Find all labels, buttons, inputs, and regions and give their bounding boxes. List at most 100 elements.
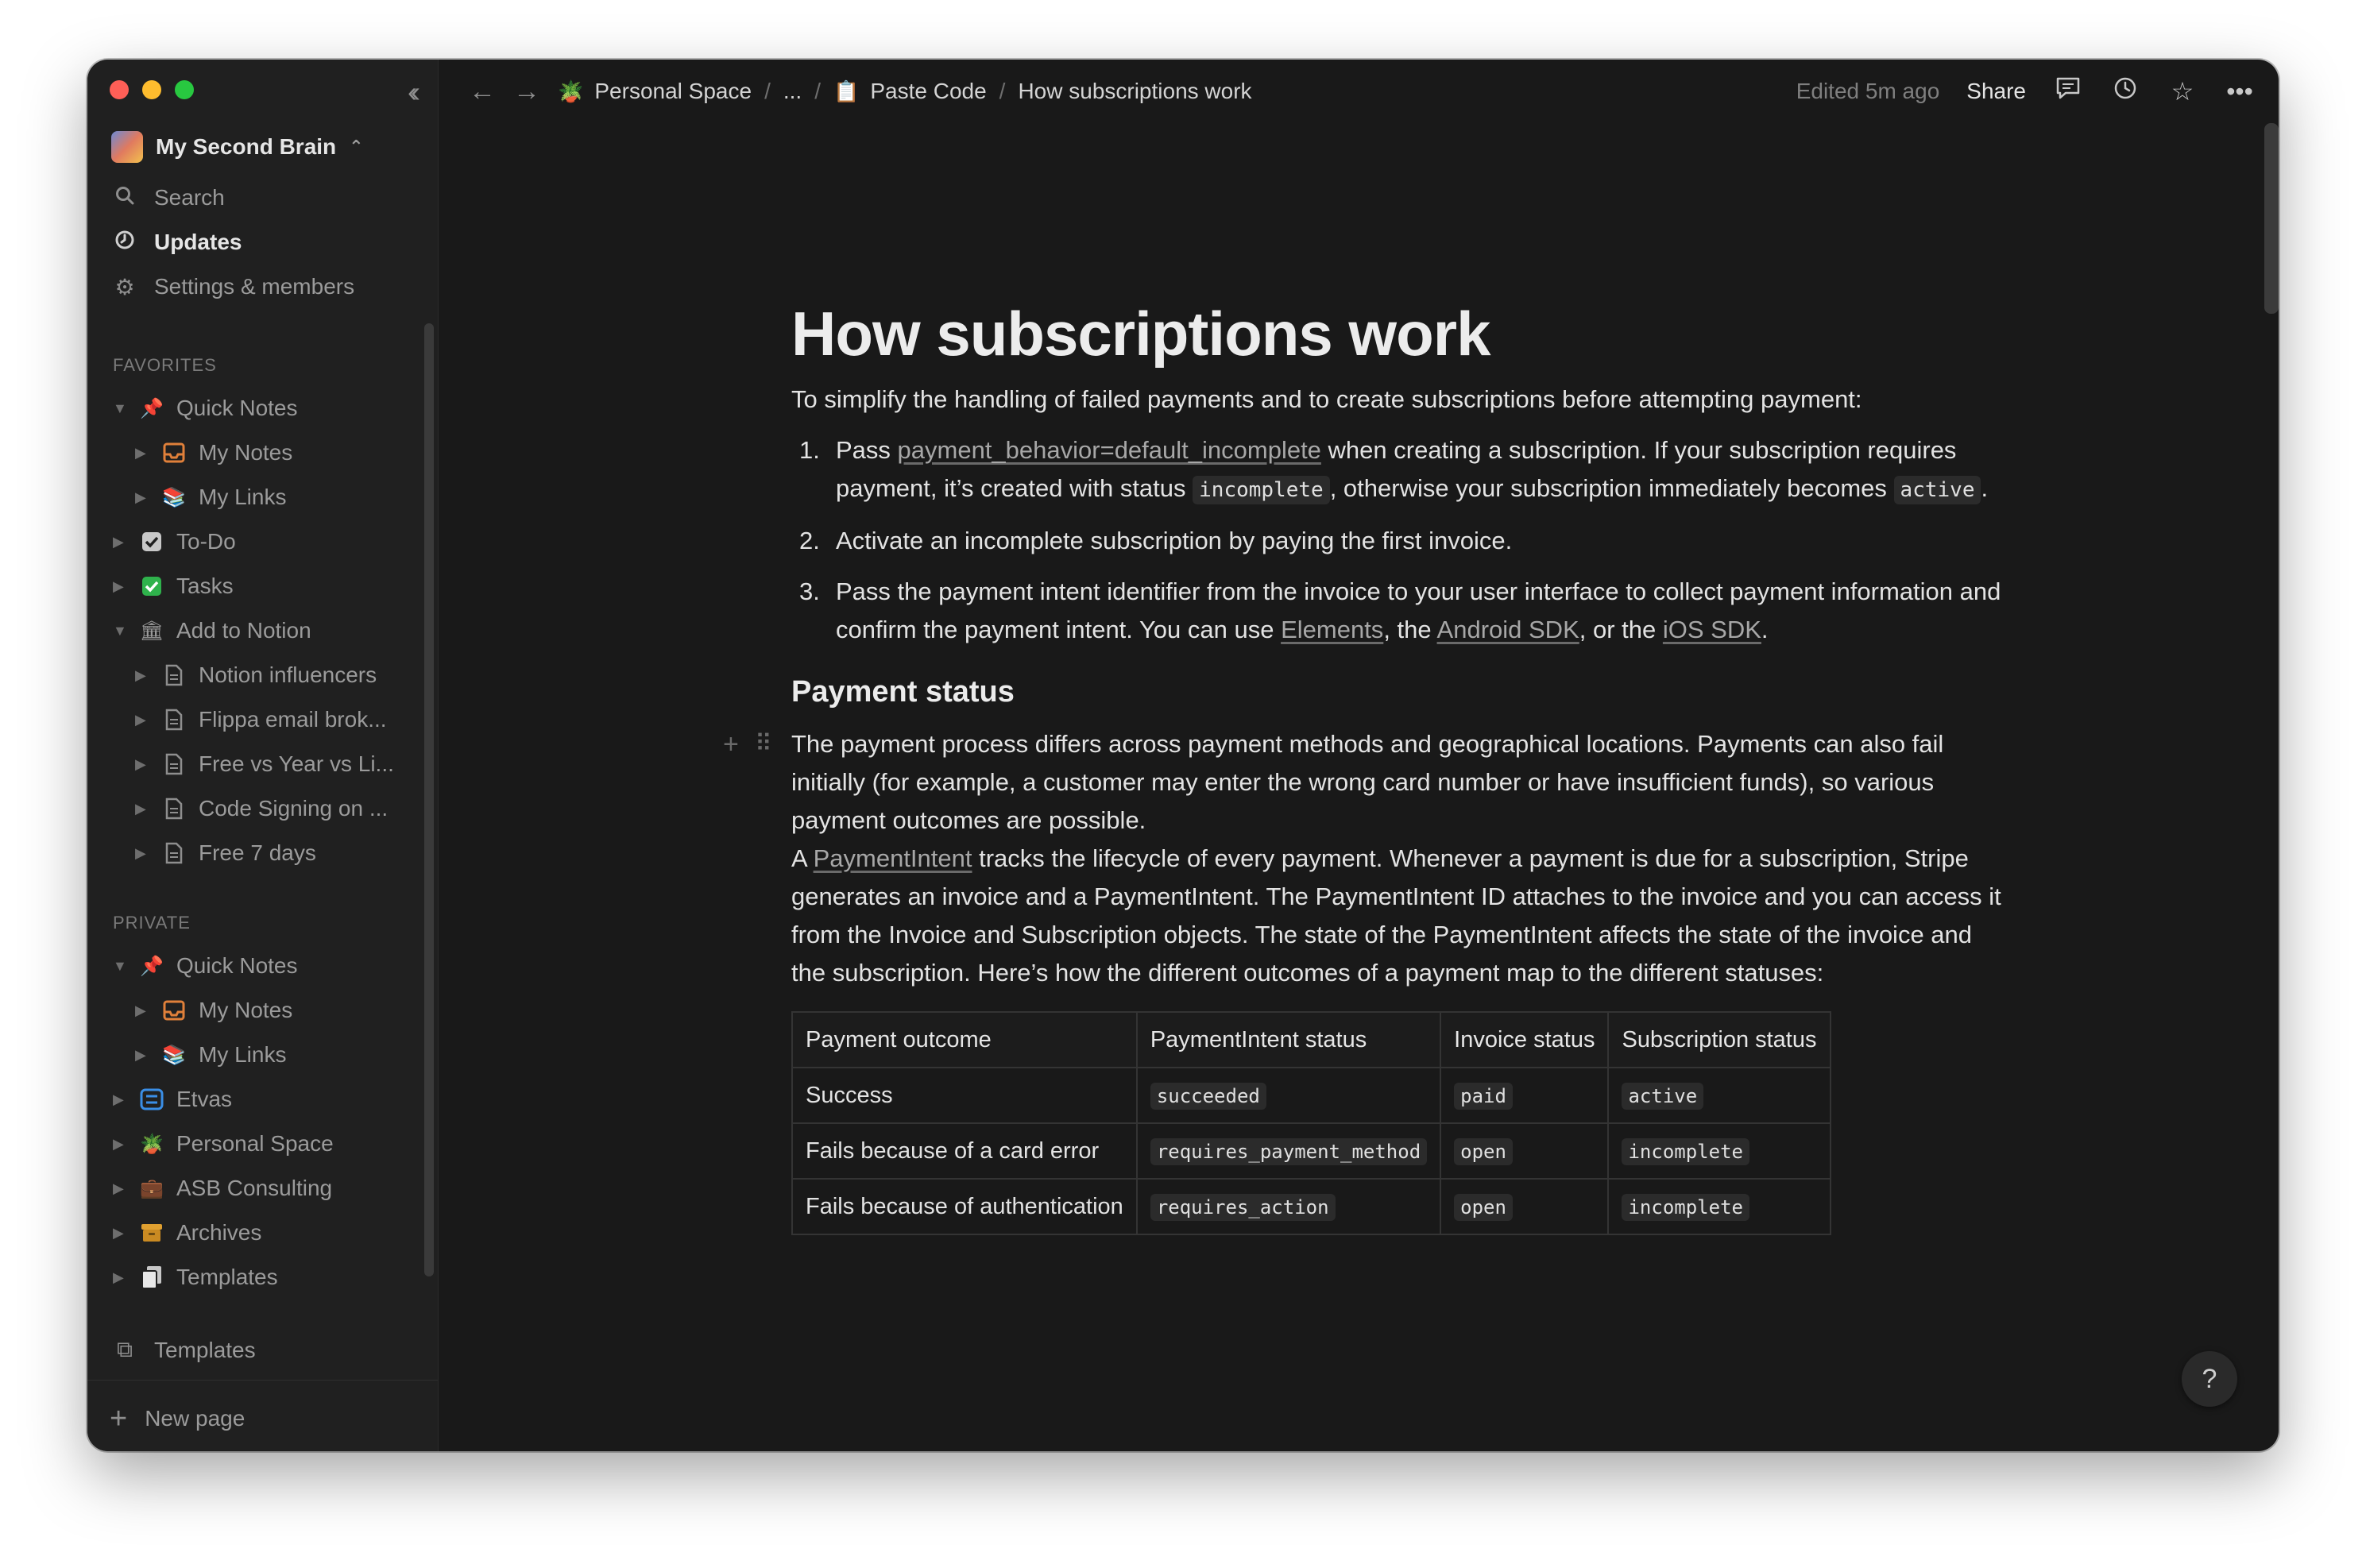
sidebar-search[interactable]: Search: [113, 182, 225, 214]
table-cell[interactable]: Fails because of a card error: [791, 1122, 1138, 1180]
sidebar-item-private-quick-notes[interactable]: ▼ 📌 Quick Notes: [113, 948, 298, 983]
table-cell[interactable]: incomplete: [1607, 1178, 1831, 1235]
sidebar-item-asb-consulting[interactable]: ▶ 💼 ASB Consulting: [113, 1171, 332, 1206]
payment-behavior-link[interactable]: payment_behavior=default_incomplete: [898, 436, 1321, 464]
sidebar-item-private-my-links[interactable]: ▶ 📚 My Links: [135, 1037, 286, 1072]
chevron-right-icon[interactable]: ▶: [135, 1002, 151, 1019]
breadcrumb-current-page[interactable]: How subscriptions work: [1018, 79, 1251, 104]
more-dots-icon[interactable]: •••: [2225, 77, 2255, 106]
workspace-switcher[interactable]: My Second Brain ⌃: [111, 131, 364, 163]
chevron-down-icon[interactable]: ▼: [113, 958, 129, 975]
page-title[interactable]: How subscriptions work: [791, 298, 2007, 369]
minimize-window-button[interactable]: [142, 80, 161, 99]
breadcrumb-personal-space[interactable]: 🪴 Personal Space: [558, 79, 752, 104]
breadcrumb-paste-code[interactable]: 📋 Paste Code: [833, 79, 987, 104]
new-page-button[interactable]: + New page: [110, 1404, 245, 1434]
share-button[interactable]: Share: [1966, 79, 2026, 104]
books-icon: 📚: [162, 486, 186, 508]
collapse-sidebar-icon[interactable]: ‹‹: [408, 75, 420, 109]
numbered-list: 1. Pass payment_behavior=default_incompl…: [791, 431, 2007, 649]
history-clock-icon[interactable]: [2110, 75, 2140, 107]
chevron-right-icon[interactable]: ▶: [135, 845, 151, 862]
sidebar-item-tasks[interactable]: ▶ Tasks: [113, 569, 234, 604]
sidebar-settings[interactable]: ⚙ Settings & members: [113, 271, 354, 303]
edited-timestamp: Edited 5m ago: [1796, 79, 1940, 103]
sidebar-item-notion-influencers[interactable]: ▶ Notion influencers: [135, 658, 377, 693]
sidebar-item-etvas[interactable]: ▶ Etvas: [113, 1082, 232, 1117]
android-sdk-link[interactable]: Android SDK: [1437, 616, 1579, 643]
paymentintent-link[interactable]: PaymentIntent: [814, 844, 972, 872]
sidebar-item-my-notes[interactable]: ▶ My Notes: [135, 435, 292, 470]
table-cell[interactable]: requires_payment_method: [1135, 1122, 1442, 1180]
ios-sdk-link[interactable]: iOS SDK: [1663, 616, 1761, 643]
table-header-cell[interactable]: PaymentIntent status: [1135, 1011, 1442, 1068]
search-icon: [113, 185, 137, 211]
table-header-cell[interactable]: Invoice status: [1440, 1011, 1610, 1068]
table-cell[interactable]: Success: [791, 1067, 1138, 1124]
chevron-right-icon[interactable]: ▶: [135, 489, 151, 506]
table-cell[interactable]: open: [1440, 1178, 1610, 1235]
list-item[interactable]: 2. Activate an incomplete subscription b…: [791, 522, 2007, 560]
chevron-down-icon[interactable]: ▼: [113, 623, 129, 639]
table-cell[interactable]: open: [1440, 1122, 1610, 1180]
sidebar-item-free-vs-year[interactable]: ▶ Free vs Year vs Li...: [135, 747, 394, 782]
sidebar-item-flippa-email[interactable]: ▶ Flippa email brok...: [135, 702, 387, 737]
chevron-right-icon[interactable]: ▶: [113, 1269, 129, 1286]
star-icon[interactable]: ☆: [2167, 76, 2198, 106]
drag-handle-icon[interactable]: ⠿: [755, 725, 772, 763]
help-button[interactable]: ?: [2182, 1351, 2237, 1407]
payment-status-heading[interactable]: Payment status: [791, 671, 2007, 713]
table-cell[interactable]: Fails because of authentication: [791, 1178, 1138, 1235]
paymentintent-paragraph[interactable]: A PaymentIntent tracks the lifecycle of …: [791, 840, 2007, 992]
chevron-right-icon[interactable]: ▶: [135, 801, 151, 817]
sidebar-item-archives[interactable]: ▶ Archives: [113, 1215, 261, 1250]
inline-code: active: [1893, 476, 1981, 504]
topbar: ← → 🪴 Personal Space / ... / 📋 Paste Cod…: [439, 60, 2279, 123]
elements-link[interactable]: Elements: [1281, 616, 1383, 643]
pushpin-icon: 📌: [140, 955, 164, 977]
sidebar-item-personal-space[interactable]: ▶ 🪴 Personal Space: [113, 1126, 334, 1161]
sidebar-item-private-my-notes[interactable]: ▶ My Notes: [135, 993, 292, 1028]
chevron-right-icon[interactable]: ▶: [113, 1225, 129, 1242]
table-cell[interactable]: succeeded: [1135, 1067, 1442, 1124]
chevron-right-icon[interactable]: ▶: [135, 445, 151, 462]
table-header-cell[interactable]: Payment outcome: [791, 1011, 1138, 1068]
table-cell[interactable]: active: [1607, 1067, 1831, 1124]
list-item[interactable]: 1. Pass payment_behavior=default_incompl…: [791, 431, 2007, 509]
chevron-down-icon[interactable]: ▼: [113, 400, 129, 417]
chevron-right-icon[interactable]: ▶: [113, 1180, 129, 1197]
chevron-right-icon[interactable]: ▶: [113, 1091, 129, 1108]
sidebar-item-to-do[interactable]: ▶ To-Do: [113, 524, 236, 559]
list-item[interactable]: 3. Pass the payment intent identifier fr…: [791, 573, 2007, 649]
chevron-right-icon[interactable]: ▶: [135, 1047, 151, 1064]
breadcrumb-ellipsis[interactable]: ...: [783, 79, 802, 104]
table-cell[interactable]: incomplete: [1607, 1122, 1831, 1180]
chevron-right-icon[interactable]: ▶: [135, 712, 151, 728]
sidebar-item-my-links[interactable]: ▶ 📚 My Links: [135, 480, 286, 515]
chevron-right-icon[interactable]: ▶: [113, 578, 129, 595]
comment-icon[interactable]: [2053, 76, 2083, 106]
sidebar-templates-button[interactable]: ⧉ Templates: [113, 1337, 256, 1363]
forward-arrow-icon[interactable]: →: [513, 76, 540, 107]
intro-paragraph[interactable]: To simplify the handling of failed payme…: [791, 380, 2007, 419]
paragraph-block[interactable]: + ⠿ The payment process differs across p…: [723, 725, 2007, 840]
close-window-button[interactable]: [110, 80, 129, 99]
main-scrollbar[interactable]: [2264, 123, 2279, 314]
sidebar-item-free-7-days[interactable]: ▶ Free 7 days: [135, 836, 316, 871]
table-cell[interactable]: requires_action: [1135, 1178, 1442, 1235]
back-arrow-icon[interactable]: ←: [469, 76, 496, 107]
sidebar-item-quick-notes[interactable]: ▼ 📌 Quick Notes: [113, 391, 298, 426]
chevron-right-icon[interactable]: ▶: [113, 1136, 129, 1153]
sidebar-item-templates-private[interactable]: ▶ Templates: [113, 1260, 278, 1295]
chevron-right-icon[interactable]: ▶: [113, 534, 129, 550]
zoom-window-button[interactable]: [175, 80, 194, 99]
sidebar-scrollbar[interactable]: [424, 323, 434, 1276]
sidebar-item-add-to-notion[interactable]: ▼ 🏛 Add to Notion: [113, 613, 311, 648]
sidebar-updates[interactable]: Updates: [113, 226, 242, 258]
add-block-icon[interactable]: +: [723, 725, 739, 763]
table-header-cell[interactable]: Subscription status: [1607, 1011, 1831, 1068]
chevron-right-icon[interactable]: ▶: [135, 756, 151, 773]
chevron-right-icon[interactable]: ▶: [135, 667, 151, 684]
table-cell[interactable]: paid: [1440, 1067, 1610, 1124]
sidebar-item-code-signing[interactable]: ▶ Code Signing on ...: [135, 791, 388, 826]
